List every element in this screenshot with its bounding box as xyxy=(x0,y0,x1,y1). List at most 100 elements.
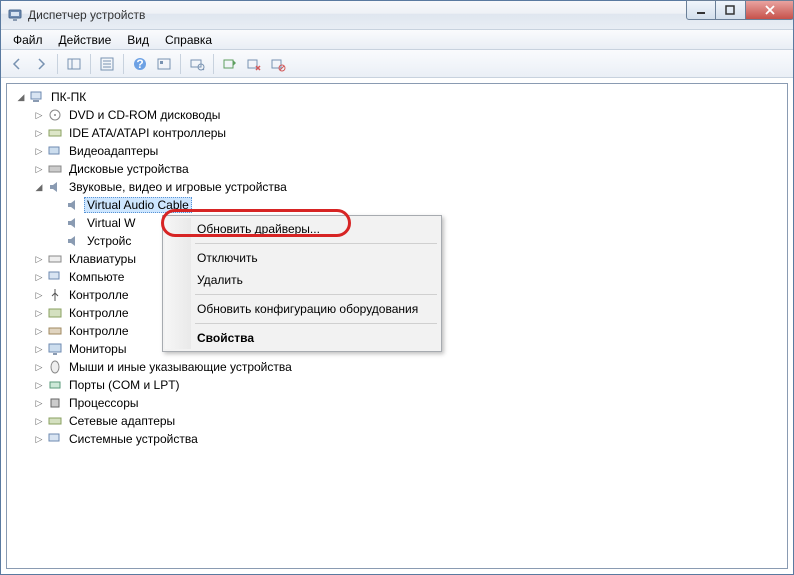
collapse-icon[interactable]: ◢ xyxy=(33,182,45,193)
update-driver-button[interactable] xyxy=(218,52,242,76)
usb-icon xyxy=(47,287,63,303)
separator xyxy=(123,54,124,74)
expand-icon[interactable]: ▷ xyxy=(33,254,45,265)
item-label: Дисковые устройства xyxy=(66,161,192,177)
root-node[interactable]: ◢ ПК-ПК xyxy=(15,88,783,106)
close-button[interactable] xyxy=(746,0,794,20)
maximize-button[interactable] xyxy=(716,0,746,20)
expand-icon[interactable]: ▷ xyxy=(33,272,45,283)
tree-item[interactable]: ▷ Системные устройства xyxy=(33,430,783,448)
item-label: Видеоадаптеры xyxy=(66,143,161,159)
item-label: Устройс xyxy=(84,233,134,249)
expand-icon[interactable]: ▷ xyxy=(33,146,45,157)
separator xyxy=(195,294,437,295)
item-label: Virtual W xyxy=(84,215,138,231)
item-label: Системные устройства xyxy=(66,431,201,447)
item-label: Контролле xyxy=(66,323,132,339)
sound-icon xyxy=(65,233,81,249)
scan-hardware-button[interactable] xyxy=(185,52,209,76)
expand-icon[interactable]: ▷ xyxy=(33,128,45,139)
window-title: Диспетчер устройств xyxy=(28,8,686,22)
device-manager-window: Диспетчер устройств Файл Действие Вид Сп… xyxy=(0,0,794,575)
system-icon xyxy=(47,431,63,447)
properties-button[interactable] xyxy=(95,52,119,76)
sound-icon xyxy=(65,197,81,213)
back-button[interactable] xyxy=(5,52,29,76)
port-icon xyxy=(47,377,63,393)
item-label: Порты (COM и LPT) xyxy=(66,377,183,393)
context-menu: Обновить драйверы... Отключить Удалить О… xyxy=(162,215,442,352)
show-hide-tree-button[interactable] xyxy=(62,52,86,76)
tree-item[interactable]: ▷ Порты (COM и LPT) xyxy=(33,376,783,394)
ctx-update-drivers[interactable]: Обновить драйверы... xyxy=(165,218,439,240)
item-label: Контролле xyxy=(66,305,132,321)
separator xyxy=(90,54,91,74)
menu-view[interactable]: Вид xyxy=(119,31,157,49)
tb-icon-1[interactable] xyxy=(152,52,176,76)
spacer xyxy=(51,236,63,246)
tree-item[interactable]: ▷Сетевые адаптеры xyxy=(33,412,783,430)
expand-icon[interactable]: ▷ xyxy=(33,362,45,373)
expand-icon[interactable]: ▷ xyxy=(33,416,45,427)
sound-icon xyxy=(65,215,81,231)
toolbar: ? xyxy=(1,50,793,78)
ctx-disable[interactable]: Отключить xyxy=(165,247,439,269)
device-tree[interactable]: ◢ ПК-ПК ▷DVD и CD-ROM дисководы ▷ IDE ATA… xyxy=(6,83,788,569)
expand-icon[interactable]: ▷ xyxy=(33,434,45,445)
uninstall-button[interactable] xyxy=(242,52,266,76)
root-label: ПК-ПК xyxy=(48,89,89,105)
expand-icon[interactable]: ▷ xyxy=(33,380,45,391)
separator xyxy=(213,54,214,74)
expand-icon[interactable]: ▷ xyxy=(33,290,45,301)
mouse-icon xyxy=(47,359,63,375)
separator xyxy=(195,323,437,324)
item-label: Контролле xyxy=(66,287,132,303)
ctx-properties[interactable]: Свойства xyxy=(165,327,439,349)
titlebar: Диспетчер устройств xyxy=(1,1,793,30)
keyboard-icon xyxy=(47,251,63,267)
cpu-icon xyxy=(47,395,63,411)
menu-help[interactable]: Справка xyxy=(157,31,220,49)
tree-item[interactable]: ▷DVD и CD-ROM дисководы xyxy=(33,106,783,124)
separator xyxy=(180,54,181,74)
spacer xyxy=(51,218,63,228)
tree-item[interactable]: ▷Процессоры xyxy=(33,394,783,412)
item-label: Virtual Audio Cable xyxy=(84,197,192,213)
menu-file[interactable]: Файл xyxy=(5,31,51,49)
item-label: IDE ATA/ATAPI контроллеры xyxy=(66,125,229,141)
ctx-delete[interactable]: Удалить xyxy=(165,269,439,291)
content-area: ◢ ПК-ПК ▷DVD и CD-ROM дисководы ▷ IDE ATA… xyxy=(1,78,793,574)
expand-icon[interactable]: ▷ xyxy=(33,308,45,319)
network-icon xyxy=(47,413,63,429)
expand-icon[interactable]: ▷ xyxy=(33,326,45,337)
storage-controller-icon xyxy=(47,305,63,321)
tree-item[interactable]: ▷ Дисковые устройства xyxy=(33,160,783,178)
menubar: Файл Действие Вид Справка xyxy=(1,30,793,50)
tree-item[interactable]: ▷ Видеоадаптеры xyxy=(33,142,783,160)
help-button[interactable]: ? xyxy=(128,52,152,76)
forward-button[interactable] xyxy=(29,52,53,76)
collapse-icon[interactable]: ◢ xyxy=(15,92,27,103)
item-label: Мыши и иные указывающие устройства xyxy=(66,359,295,375)
disk-icon xyxy=(47,161,63,177)
ctx-scan-hardware[interactable]: Обновить конфигурацию оборудования xyxy=(165,298,439,320)
expand-icon[interactable]: ▷ xyxy=(33,398,45,409)
controller-icon xyxy=(47,323,63,339)
expand-icon[interactable]: ▷ xyxy=(33,164,45,175)
ide-icon xyxy=(47,125,63,141)
tree-item[interactable]: ▷ IDE ATA/ATAPI контроллеры xyxy=(33,124,783,142)
monitor-icon xyxy=(47,341,63,357)
menu-action[interactable]: Действие xyxy=(51,31,120,49)
minimize-button[interactable] xyxy=(686,0,716,20)
expand-icon[interactable]: ▷ xyxy=(33,110,45,121)
separator xyxy=(57,54,58,74)
app-icon xyxy=(7,7,23,23)
tree-item[interactable]: ▷ Мыши и иные указывающие устройства xyxy=(33,358,783,376)
separator xyxy=(195,243,437,244)
tree-item-sound[interactable]: ◢ Звуковые, видео и игровые устройства xyxy=(33,178,783,196)
tree-item-vac[interactable]: Virtual Audio Cable xyxy=(51,196,783,214)
expand-icon[interactable]: ▷ xyxy=(33,344,45,355)
computer-icon xyxy=(29,89,45,105)
item-label: Звуковые, видео и игровые устройства xyxy=(66,179,290,195)
disable-button[interactable] xyxy=(266,52,290,76)
